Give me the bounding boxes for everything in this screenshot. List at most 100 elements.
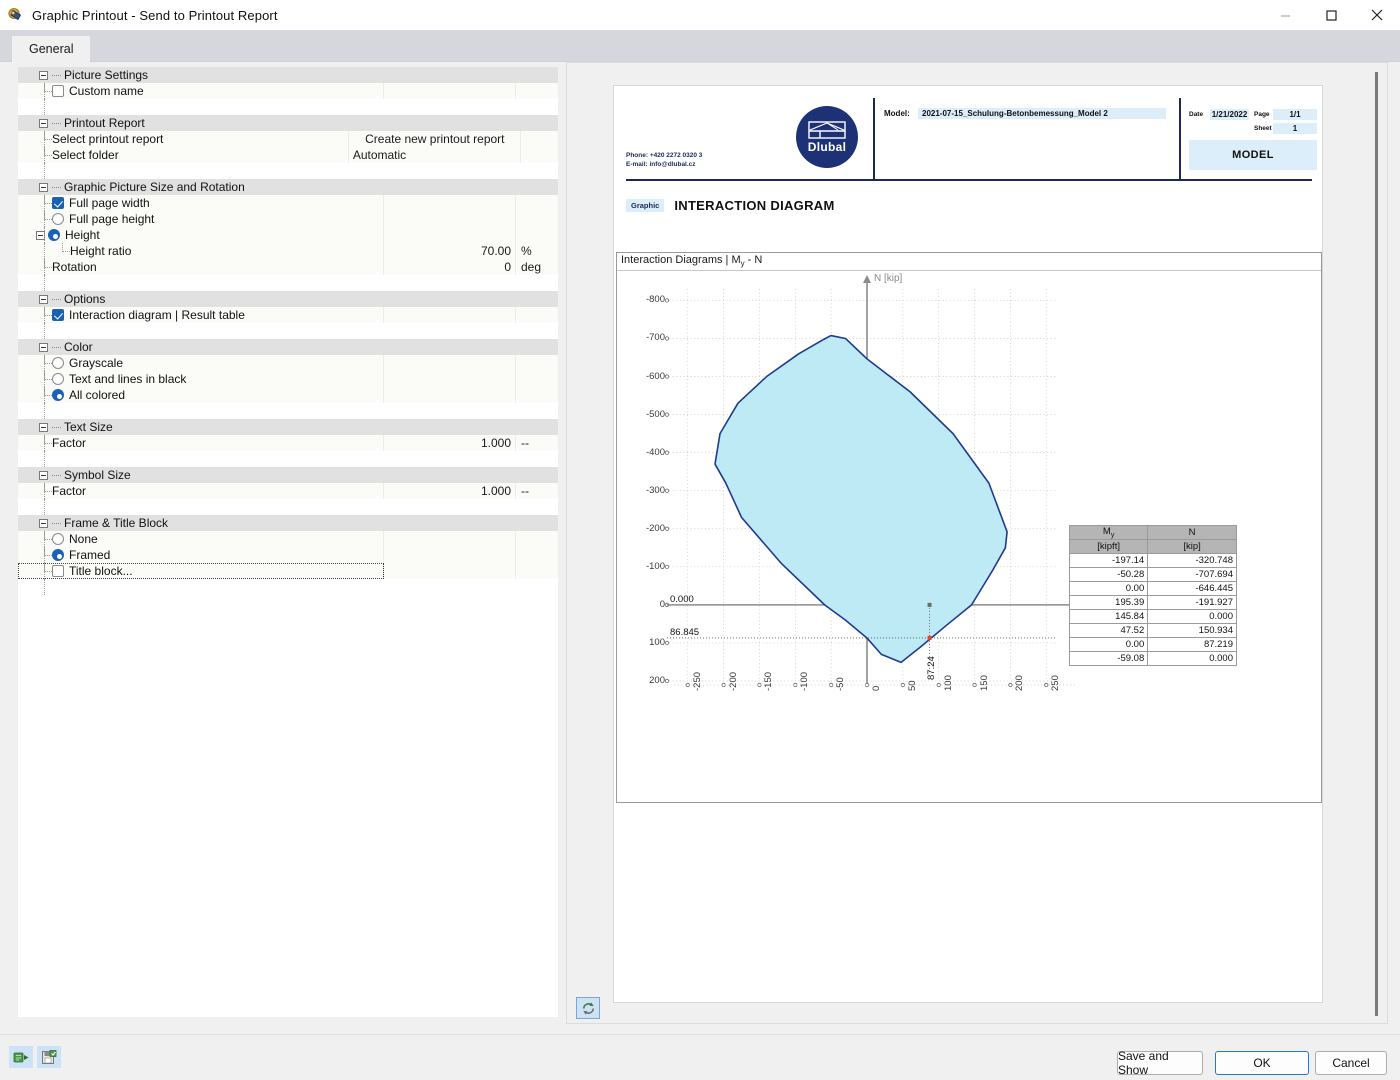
property-value[interactable]: [384, 531, 516, 547]
section-title: INTERACTION DIAGRAM: [674, 198, 835, 213]
property-row-title-block[interactable]: Title block...: [18, 563, 558, 579]
collapse-icon[interactable]: [39, 342, 48, 352]
x-tick-label: 100: [942, 675, 954, 691]
table-cell: -646.445: [1147, 581, 1237, 596]
property-label: Factor: [52, 484, 87, 498]
radio-grayscale[interactable]: [52, 357, 64, 369]
radio-full-page-height[interactable]: [52, 213, 64, 225]
radio-height[interactable]: [48, 229, 60, 241]
collapse-icon[interactable]: [39, 118, 48, 128]
property-value[interactable]: [384, 195, 516, 211]
property-value[interactable]: Automatic: [349, 147, 522, 163]
radio-framed[interactable]: [52, 549, 64, 561]
group-header-options[interactable]: Options: [18, 291, 558, 307]
checkbox-custom-name[interactable]: [52, 85, 64, 97]
property-row-select-folder[interactable]: Select folder Automatic: [18, 147, 558, 163]
property-value[interactable]: [384, 371, 516, 387]
sheet-value: 1: [1273, 122, 1317, 134]
property-label: Height ratio: [70, 244, 132, 258]
collapse-icon[interactable]: [39, 294, 48, 304]
refresh-preview-button[interactable]: [576, 997, 600, 1019]
save-settings-icon[interactable]: [37, 1046, 61, 1068]
spacer-row: [18, 451, 558, 467]
x-tick-label: -150: [763, 671, 775, 691]
property-row-height[interactable]: Height: [18, 227, 558, 243]
property-row-select-printout-report[interactable]: Select printout report Create new printou…: [18, 131, 558, 147]
collapse-icon[interactable]: [39, 70, 48, 80]
collapse-icon[interactable]: [39, 182, 48, 192]
import-settings-icon[interactable]: [9, 1046, 33, 1068]
property-row-none[interactable]: None: [18, 531, 558, 547]
checkbox-interaction-diagram-result-table[interactable]: [52, 309, 64, 321]
annotation-my-value: 87.24: [925, 656, 937, 680]
table-row: -59.08 0.000: [1068, 651, 1237, 666]
preview-scrollbar[interactable]: [1372, 67, 1381, 1021]
group-header-symbol-size[interactable]: Symbol Size: [18, 467, 558, 483]
property-row-custom-name[interactable]: Custom name: [18, 83, 558, 99]
property-row-grayscale[interactable]: Grayscale: [18, 355, 558, 371]
collapse-icon[interactable]: [39, 470, 48, 480]
page-label: Page: [1254, 110, 1270, 118]
property-value[interactable]: [384, 355, 516, 371]
property-value[interactable]: 0: [384, 259, 516, 275]
radio-text-and-lines-in-black[interactable]: [52, 373, 64, 385]
property-row-height-ratio[interactable]: Height ratio 70.00%: [18, 243, 558, 259]
close-button[interactable]: [1354, 0, 1400, 30]
group-header-printout-report[interactable]: Printout Report: [18, 115, 558, 131]
property-value[interactable]: [384, 547, 516, 563]
y-axis-label: N [kip]: [874, 273, 903, 284]
spacer-row: [18, 99, 558, 115]
property-value[interactable]: 1.000: [384, 483, 516, 499]
collapse-icon[interactable]: [39, 518, 48, 528]
date-value: 1/21/2022: [1210, 108, 1249, 120]
diagram-caption: Interaction Diagrams | My - N: [617, 253, 1321, 271]
group-header-graphic-picture-size-and-rotation[interactable]: Graphic Picture Size and Rotation: [18, 179, 558, 195]
property-row-full-page-width[interactable]: Full page width: [18, 195, 558, 211]
property-value[interactable]: 1.000: [384, 435, 516, 451]
property-row-factor[interactable]: Factor 1.000 --: [18, 435, 558, 451]
y-tick-label: -200: [645, 522, 665, 534]
property-value[interactable]: [384, 563, 516, 579]
property-value[interactable]: [384, 307, 516, 323]
property-unit: [516, 531, 556, 547]
scrollbar-thumb[interactable]: [1375, 72, 1378, 1016]
radio-none[interactable]: [52, 533, 64, 545]
spacer-row: [18, 403, 558, 419]
property-value[interactable]: [384, 227, 516, 243]
tab-general[interactable]: General: [12, 36, 91, 62]
y-tick-label: -700: [645, 332, 665, 344]
property-row-framed[interactable]: Framed: [18, 547, 558, 563]
property-label: Rotation: [52, 260, 97, 274]
table-row: 47.52 150.934: [1068, 623, 1237, 638]
logo-mark-icon: [808, 120, 846, 139]
cancel-button[interactable]: Cancel: [1315, 1051, 1387, 1075]
property-value[interactable]: [384, 387, 516, 403]
minimize-button[interactable]: [1262, 0, 1308, 30]
property-unit: [516, 355, 556, 371]
property-row-factor[interactable]: Factor 1.000 --: [18, 483, 558, 499]
group-header-color[interactable]: Color: [18, 339, 558, 355]
ok-button[interactable]: OK: [1215, 1051, 1309, 1075]
table-cell: -707.694: [1147, 567, 1237, 582]
property-row-rotation[interactable]: Rotation 0 deg: [18, 259, 558, 275]
property-value[interactable]: [384, 211, 516, 227]
group-header-frame-title-block[interactable]: Frame & Title Block: [18, 515, 558, 531]
property-row-full-page-height[interactable]: Full page height: [18, 211, 558, 227]
property-value[interactable]: 70.00: [384, 243, 516, 259]
group-header-picture-settings[interactable]: Picture Settings: [18, 67, 558, 83]
maximize-button[interactable]: [1308, 0, 1354, 30]
radio-all-colored[interactable]: [52, 389, 64, 401]
property-value[interactable]: Create new printout report: [349, 131, 522, 147]
section-title-row: Graphic INTERACTION DIAGRAM: [626, 198, 835, 213]
page-value: 1/1: [1273, 108, 1317, 120]
checkbox-title-block[interactable]: [52, 565, 64, 577]
checkbox-full-page-width[interactable]: [52, 197, 64, 209]
collapse-icon[interactable]: [39, 422, 48, 432]
property-row-text-and-lines-in-black[interactable]: Text and lines in black: [18, 371, 558, 387]
property-row-interaction-diagram-result-table[interactable]: Interaction diagram | Result table: [18, 307, 558, 323]
property-row-all-colored[interactable]: All colored: [18, 387, 558, 403]
x-tick-label: 0: [871, 685, 882, 691]
group-header-text-size[interactable]: Text Size: [18, 419, 558, 435]
property-value[interactable]: [384, 83, 516, 99]
save-and-show-button[interactable]: Save and Show: [1117, 1049, 1203, 1077]
